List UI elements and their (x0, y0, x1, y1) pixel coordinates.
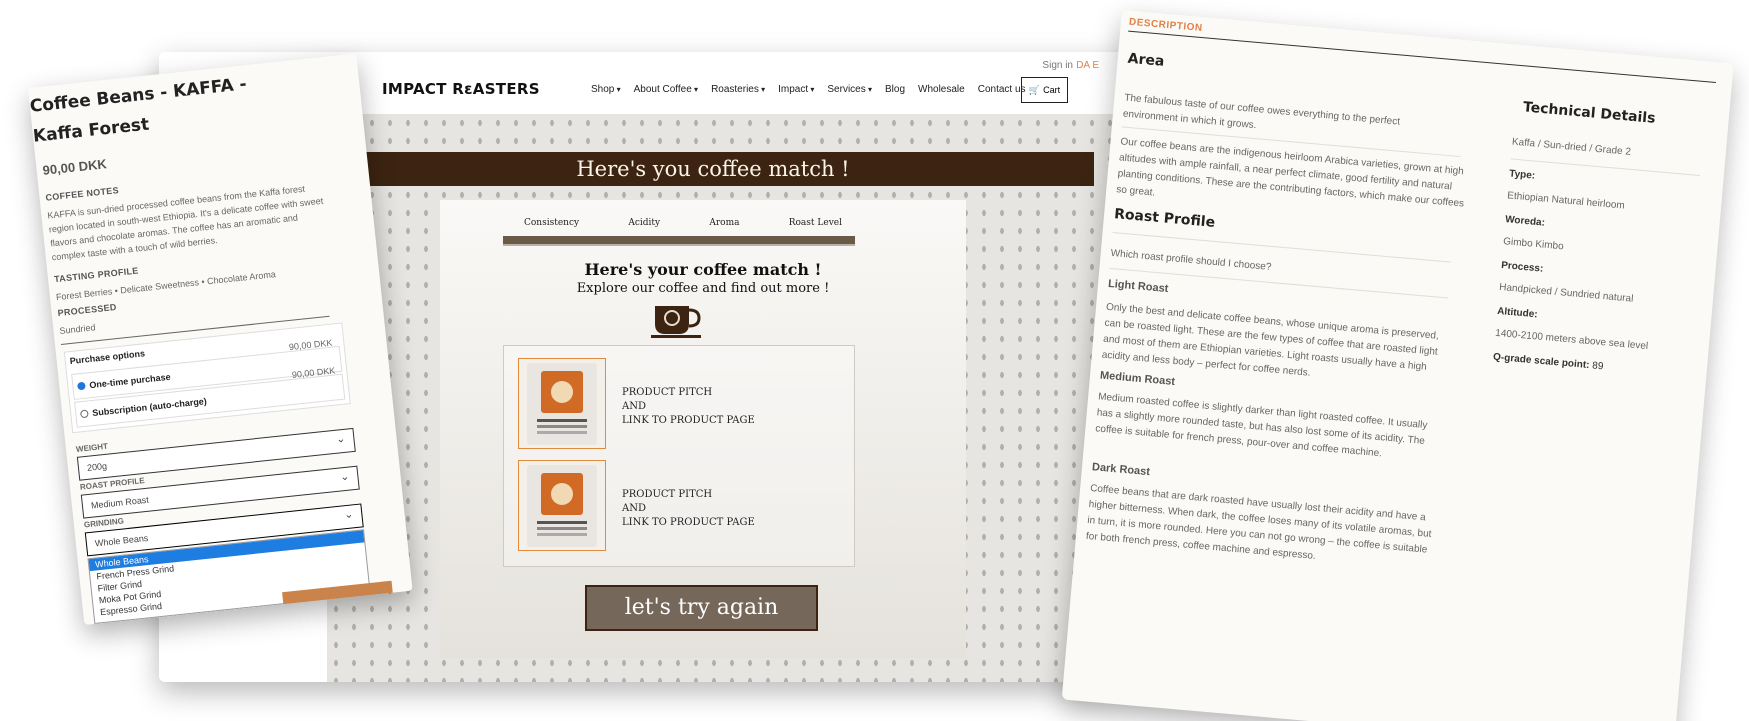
altitude-value: 1400-2100 meters above sea level (1494, 327, 1649, 353)
roast-question[interactable]: Which roast profile should I choose? (1110, 246, 1272, 276)
coffee-bag-image (527, 363, 597, 445)
purchase-options-heading: Purchase options (69, 348, 146, 367)
nav-wholesale[interactable]: Wholesale (918, 84, 965, 95)
dark-roast-heading: Dark Roast (1091, 461, 1151, 479)
step-consistency[interactable]: Consistency (524, 218, 579, 228)
area-heading: Area (1127, 50, 1166, 70)
roast-profile-heading: Roast Profile (1113, 206, 1216, 231)
nav-impact[interactable]: Impact (778, 84, 814, 95)
pitch-line: AND (622, 401, 646, 412)
medium-roast-text: Medium roasted coffee is slightly darker… (1094, 391, 1428, 460)
product-pitch[interactable]: PRODUCT PITCH AND LINK TO PRODUCT PAGE (622, 386, 755, 428)
product-price: 90,00 DKK (41, 156, 108, 178)
product-pitch[interactable]: PRODUCT PITCH AND LINK TO PRODUCT PAGE (622, 488, 755, 530)
cart-button[interactable]: 🛒 Cart (1021, 77, 1068, 103)
product-image[interactable] (518, 460, 606, 551)
pitch-line: LINK TO PRODUCT PAGE (622, 517, 755, 528)
cart-icon: 🛒 (1028, 84, 1041, 95)
match-panel: Consistency Acidity Aroma Roast Level He… (440, 200, 966, 658)
one-time-price: 90,00 DKK (288, 337, 333, 353)
product-image[interactable] (518, 358, 606, 449)
nav-blog[interactable]: Blog (885, 84, 905, 95)
tasting-profile-text: Forest Berries • Delicate Sweetness • Ch… (55, 269, 277, 303)
sign-in-link[interactable]: Sign in (1042, 60, 1073, 71)
processed-heading: PROCESSED (57, 301, 118, 319)
site-logo[interactable]: IMPACT RɛASTERS (382, 80, 540, 98)
nav-roasteries[interactable]: Roasteries (711, 84, 765, 95)
weight-label: WEIGHT (75, 441, 109, 454)
quiz-progress-bar (503, 236, 855, 246)
q-grade-value: 89 (1591, 360, 1604, 373)
product-card[interactable]: PRODUCT PITCH AND LINK TO PRODUCT PAGE (518, 460, 858, 552)
tech-subtitle: Kaffa / Sun-dried / Grade 2 (1511, 136, 1632, 158)
q-grade-label: Q-grade scale point: (1492, 351, 1590, 372)
process-value: Handpicked / Sundried natural (1498, 281, 1634, 305)
nav-services[interactable]: Services (827, 84, 872, 95)
type-key: Type: (1508, 168, 1536, 182)
dark-roast-text: Coffee beans that are dark roasted have … (1085, 483, 1432, 562)
product-title: Coffee Beans - KAFFA - Kaffa Forest (28, 74, 248, 147)
language-switch[interactable]: DA E (1076, 60, 1099, 71)
processed-text: Sundried (59, 322, 96, 337)
altitude-key: Altitude: (1496, 305, 1539, 321)
cart-label: Cart (1043, 85, 1061, 95)
page-banner: Here's you coffee match ! (332, 152, 1094, 186)
divider (1128, 30, 1716, 84)
pitch-line: AND (622, 503, 646, 514)
q-grade-key: Q-grade scale point: 89 (1493, 352, 1604, 373)
light-roast-heading: Light Roast (1107, 277, 1169, 296)
grinding-label: GRINDING (83, 516, 125, 530)
process-key: Process: (1500, 260, 1544, 275)
radio-selected[interactable] (77, 381, 86, 391)
one-time-label: One-time purchase (88, 371, 172, 391)
product-card[interactable]: PRODUCT PITCH AND LINK TO PRODUCT PAGE (518, 358, 858, 450)
nav-contact[interactable]: Contact us (978, 84, 1026, 95)
woreda-key: Woreda: (1504, 214, 1546, 229)
tasting-profile-heading: TASTING PROFILE (53, 265, 140, 285)
product-options-panel: Coffee Beans - KAFFA - Kaffa Forest 90,0… (28, 53, 413, 626)
description-panel: DESCRIPTION Area The fabulous taste of o… (1061, 10, 1734, 721)
subscription-label: Subscription (auto-charge) (91, 396, 208, 419)
medium-roast-heading: Medium Roast (1099, 369, 1176, 389)
match-title: Here's your coffee match ! (584, 260, 822, 279)
step-aroma[interactable]: Aroma (709, 218, 739, 228)
woreda-value: Gimbo Kimbo (1502, 236, 1565, 253)
divider (1510, 158, 1700, 176)
pitch-line: PRODUCT PITCH (622, 387, 713, 398)
step-roast-level[interactable]: Roast Level (789, 218, 842, 228)
coffee-notes-heading: COFFEE NOTES (45, 185, 120, 203)
stage: Sign in DA E IMPACT RɛASTERS Shop About … (0, 0, 1749, 721)
quiz-steps: Consistency Acidity Aroma Roast Level (508, 218, 858, 228)
coffee-cup-icon (651, 306, 701, 338)
nav-shop[interactable]: Shop (591, 84, 621, 95)
pitch-line: PRODUCT PITCH (622, 489, 713, 500)
nav-about-coffee[interactable]: About Coffee (634, 84, 698, 95)
match-subtitle: Explore our coffee and find out more ! (576, 281, 830, 296)
coffee-bag-image (527, 465, 597, 547)
step-acidity[interactable]: Acidity (628, 218, 660, 228)
radio-unselected[interactable] (79, 409, 89, 419)
technical-details-heading: Technical Details (1522, 99, 1657, 127)
main-nav: Shop About Coffee Roasteries Impact Serv… (591, 84, 1026, 95)
type-value: Ethiopian Natural heirloom (1506, 190, 1626, 212)
try-again-button[interactable]: let's try again (585, 585, 818, 631)
product-list: PRODUCT PITCH AND LINK TO PRODUCT PAGE P… (503, 345, 855, 567)
pitch-line: LINK TO PRODUCT PAGE (622, 415, 755, 426)
